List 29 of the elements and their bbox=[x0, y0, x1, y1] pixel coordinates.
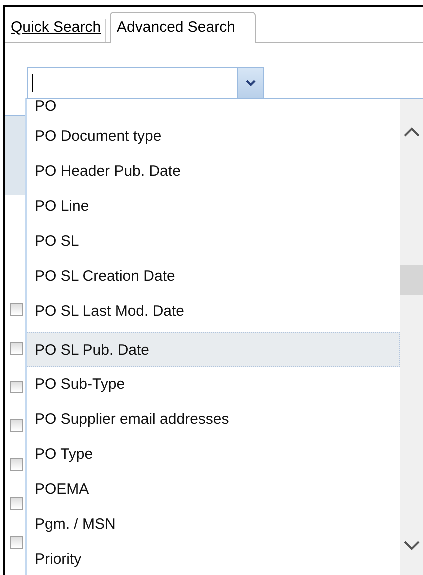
list-option[interactable]: PO SL Pub. Date bbox=[27, 332, 400, 367]
tab[interactable]: Advanced Search bbox=[110, 12, 256, 43]
list-option[interactable]: POEMA bbox=[27, 472, 400, 507]
scrollbar[interactable] bbox=[400, 99, 423, 575]
checkbox[interactable] bbox=[10, 497, 23, 510]
list-option[interactable]: PO SL Creation Date bbox=[27, 259, 400, 294]
checkbox[interactable] bbox=[10, 302, 23, 316]
list-option[interactable]: PO bbox=[27, 99, 400, 119]
checkbox[interactable] bbox=[10, 342, 23, 355]
list-option[interactable]: PO Document type bbox=[27, 119, 400, 154]
tab-link[interactable]: Quick Search bbox=[11, 19, 106, 42]
dropdown-button[interactable] bbox=[237, 68, 263, 98]
chevron-down-icon bbox=[246, 80, 256, 86]
scrollbar-thumb[interactable] bbox=[400, 265, 423, 295]
list-option[interactable]: PO SL Last Mod. Date bbox=[27, 294, 400, 329]
list-option[interactable]: Pgm. / MSN bbox=[27, 507, 400, 542]
list-option[interactable]: Priority bbox=[27, 542, 400, 575]
list-option[interactable]: PO Header Pub. Date bbox=[27, 154, 400, 189]
checkbox[interactable] bbox=[10, 380, 23, 394]
list-option[interactable]: PO SL bbox=[27, 224, 400, 259]
list-option[interactable]: PO Sub-Type bbox=[27, 367, 400, 402]
checkbox[interactable] bbox=[10, 458, 23, 472]
list-option[interactable]: PO Line bbox=[27, 189, 400, 224]
checkbox[interactable] bbox=[10, 419, 23, 432]
checkbox[interactable] bbox=[10, 536, 23, 549]
chevron-up-icon[interactable] bbox=[404, 127, 420, 137]
list-option[interactable]: PO Supplier email addresses bbox=[27, 402, 400, 437]
list-option[interactable]: PO Type bbox=[27, 437, 400, 472]
chevron-down-icon[interactable] bbox=[404, 541, 420, 551]
